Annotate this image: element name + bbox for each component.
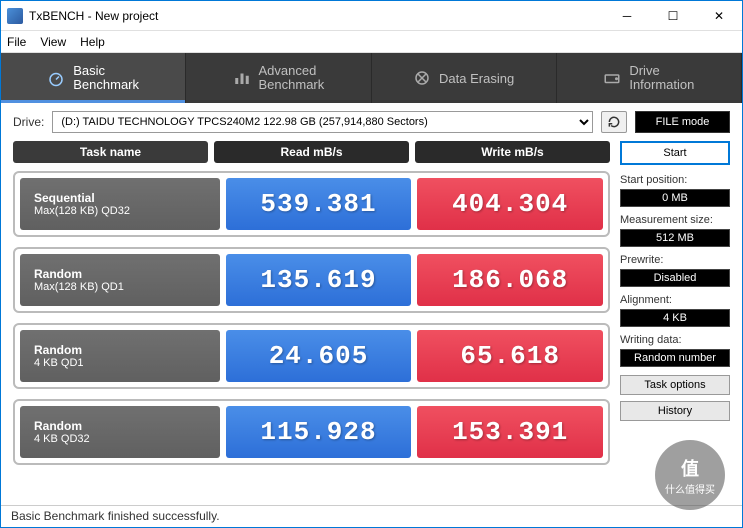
start-button[interactable]: Start [620,141,730,165]
tab-drive-information[interactable]: Drive Information [557,53,742,103]
read-value[interactable]: 24.605 [226,330,412,382]
results-column: Task name Read mB/s Write mB/s Sequentia… [13,141,610,499]
measurement-size-label: Measurement size: [620,214,730,226]
window-controls: ─ ☐ ✕ [604,1,742,31]
file-mode-button[interactable]: FILE mode [635,111,730,133]
drive-row: Drive: (D:) TAIDU TECHNOLOGY TPCS240M2 1… [1,103,742,141]
writing-data-label: Writing data: [620,334,730,346]
prewrite-label: Prewrite: [620,254,730,266]
task-cell[interactable]: Random4 KB QD1 [20,330,220,382]
result-row: SequentialMax(128 KB) QD32 539.381 404.3… [13,171,610,237]
main-area: Task name Read mB/s Write mB/s Sequentia… [1,141,742,505]
result-row: Random4 KB QD32 115.928 153.391 [13,399,610,465]
results-header: Task name Read mB/s Write mB/s [13,141,610,163]
header-task: Task name [13,141,208,163]
close-button[interactable]: ✕ [696,1,742,31]
alignment-label: Alignment: [620,294,730,306]
titlebar: TxBENCH - New project ─ ☐ ✕ [1,1,742,31]
drive-select[interactable]: (D:) TAIDU TECHNOLOGY TPCS240M2 122.98 G… [52,111,593,133]
write-value[interactable]: 153.391 [417,406,603,458]
write-value[interactable]: 65.618 [417,330,603,382]
tab-advanced-benchmark[interactable]: Advanced Benchmark [186,53,371,103]
app-window: TxBENCH - New project ─ ☐ ✕ File View He… [0,0,743,528]
start-position-value[interactable]: 0 MB [620,189,730,207]
menu-view[interactable]: View [40,35,66,49]
menu-help[interactable]: Help [80,35,105,49]
minimize-button[interactable]: ─ [604,1,650,31]
bars-icon [233,69,251,87]
write-value[interactable]: 404.304 [417,178,603,230]
history-button[interactable]: History [620,401,730,421]
drive-label: Drive: [13,115,44,129]
measurement-size-value[interactable]: 512 MB [620,229,730,247]
drive-icon [603,69,621,87]
maximize-button[interactable]: ☐ [650,1,696,31]
erase-icon [413,69,431,87]
menubar: File View Help [1,31,742,53]
tab-data-erasing[interactable]: Data Erasing [372,53,557,103]
app-icon [7,8,23,24]
read-value[interactable]: 115.928 [226,406,412,458]
task-cell[interactable]: RandomMax(128 KB) QD1 [20,254,220,306]
task-cell[interactable]: Random4 KB QD32 [20,406,220,458]
refresh-icon [607,115,621,129]
watermark: 值 什么值得买 [655,440,725,510]
writing-data-value[interactable]: Random number [620,349,730,367]
alignment-value[interactable]: 4 KB [620,309,730,327]
task-cell[interactable]: SequentialMax(128 KB) QD32 [20,178,220,230]
header-read: Read mB/s [214,141,409,163]
header-write: Write mB/s [415,141,610,163]
tab-basic-benchmark[interactable]: Basic Benchmark [1,53,186,103]
write-value[interactable]: 186.068 [417,254,603,306]
result-row: RandomMax(128 KB) QD1 135.619 186.068 [13,247,610,313]
task-options-button[interactable]: Task options [620,375,730,395]
menu-file[interactable]: File [7,35,26,49]
read-value[interactable]: 135.619 [226,254,412,306]
toolbar: Basic Benchmark Advanced Benchmark Data … [1,53,742,103]
refresh-button[interactable] [601,111,627,133]
window-title: TxBENCH - New project [29,9,604,23]
prewrite-value[interactable]: Disabled [620,269,730,287]
read-value[interactable]: 539.381 [226,178,412,230]
result-row: Random4 KB QD1 24.605 65.618 [13,323,610,389]
statusbar: Basic Benchmark finished successfully. [1,505,742,527]
start-position-label: Start position: [620,174,730,186]
gauge-icon [47,69,65,87]
